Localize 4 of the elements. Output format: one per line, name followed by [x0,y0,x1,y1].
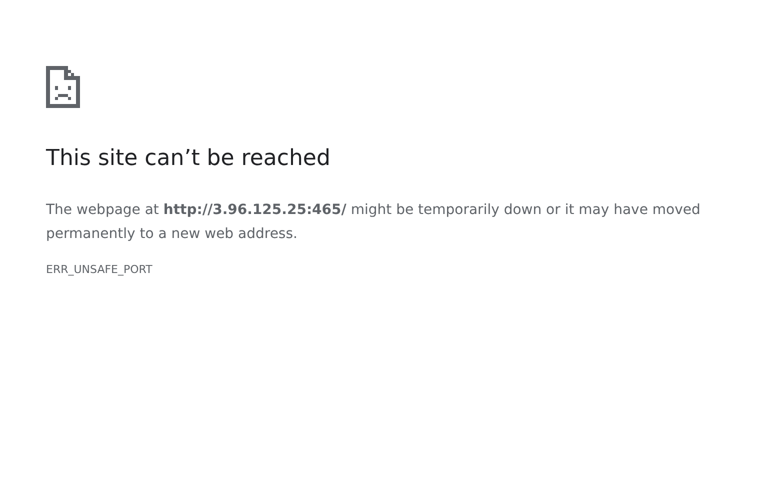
error-heading: This site can’t be reached [46,145,332,173]
sad-document-icon [46,66,80,108]
error-message: The webpage at http://3.96.125.25:465/ might be temporarily down or it may have moved permanently to a new web address. [46,201,702,244]
error-code: ERR_UNSAFE_PORT [46,263,152,276]
